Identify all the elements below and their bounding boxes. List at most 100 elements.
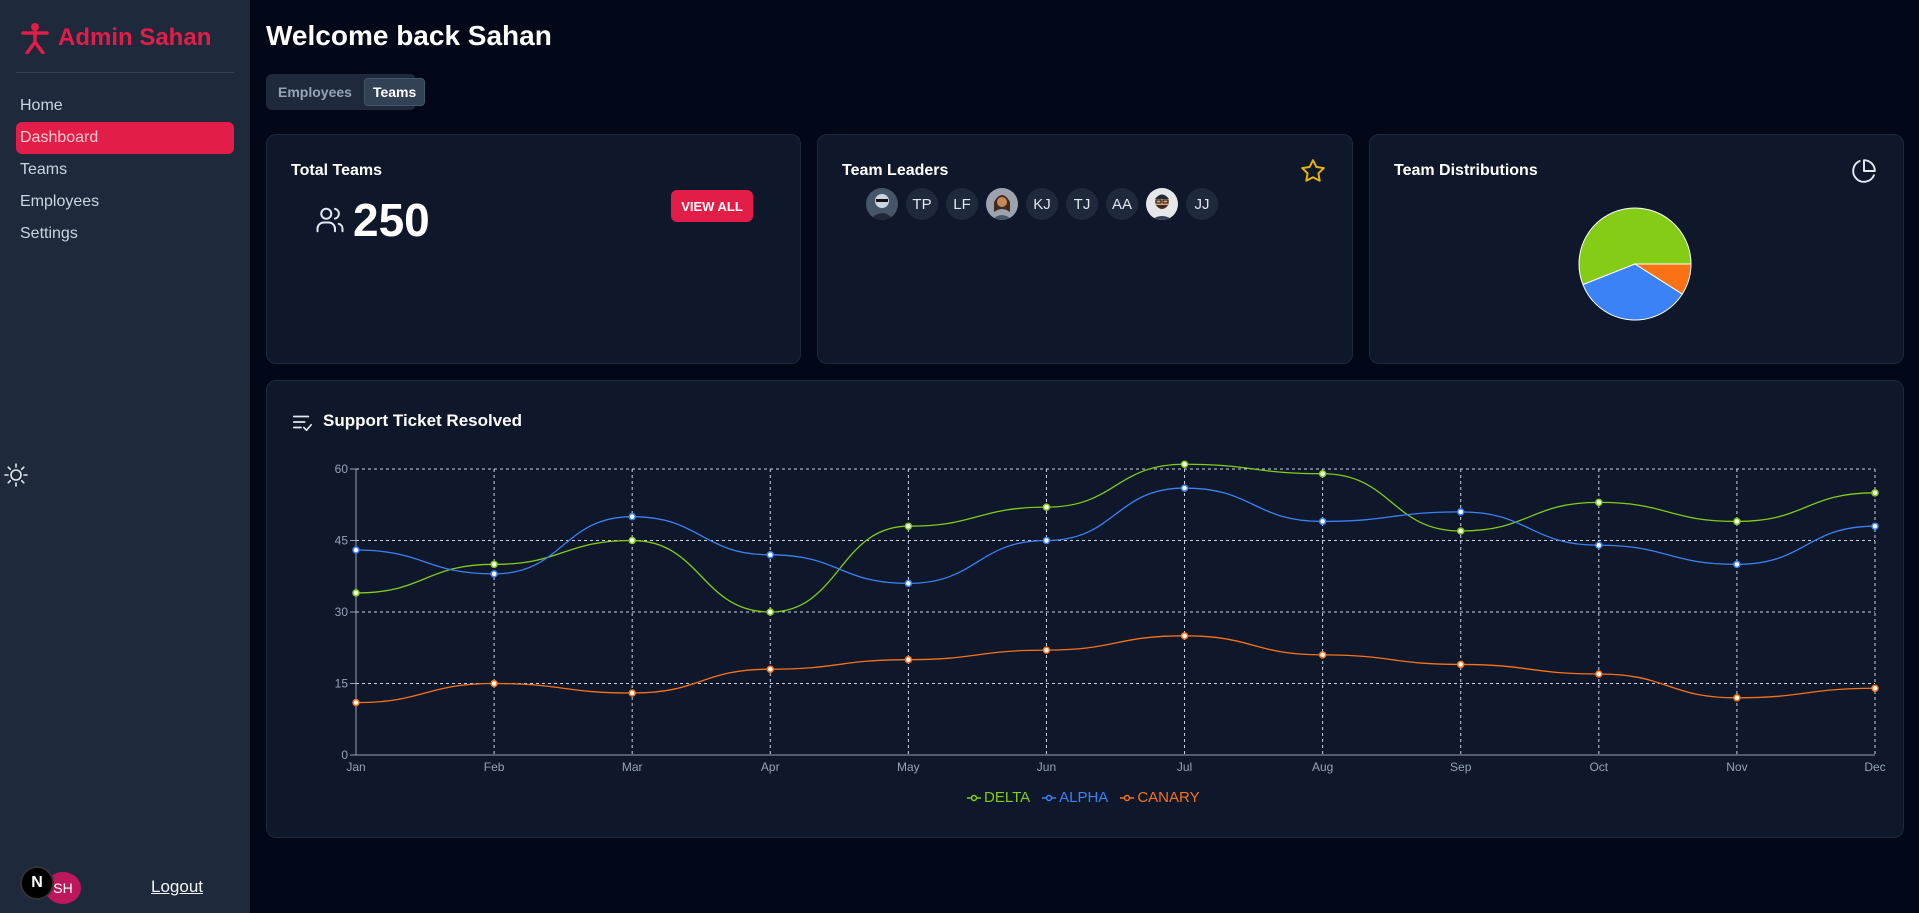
sidebar-item-teams[interactable]: Teams	[16, 154, 234, 186]
data-point-canary[interactable]	[1180, 632, 1189, 640]
tab-teams[interactable]: Teams	[363, 78, 426, 106]
legend-marker-icon	[967, 794, 981, 801]
data-point-alpha[interactable]	[766, 551, 775, 559]
leader-avatar-tp[interactable]: TP	[906, 188, 938, 220]
series-line-delta[interactable]	[355, 463, 1876, 613]
view-all-button[interactable]: VIEW ALL	[671, 190, 753, 222]
leader-avatar-jj[interactable]: JJ	[1186, 188, 1218, 220]
sidebar-item-employees[interactable]: Employees	[16, 186, 234, 218]
users-icon	[316, 207, 344, 233]
brand-logo-icon	[21, 23, 49, 54]
data-point-delta[interactable]	[1318, 470, 1327, 478]
leader-avatar-photo[interactable]	[866, 188, 898, 220]
y-tick-label: 60	[335, 462, 349, 476]
data-point-alpha[interactable]	[1733, 560, 1741, 569]
next-dev-badge[interactable]: N	[20, 866, 54, 900]
x-tick-label: Feb	[484, 760, 505, 774]
data-point-alpha[interactable]	[904, 579, 913, 588]
pie-chart-icon[interactable]	[1851, 158, 1877, 184]
data-point-canary[interactable]	[1733, 694, 1741, 702]
data-point-alpha[interactable]	[1871, 522, 1879, 530]
data-point-canary[interactable]	[1318, 651, 1327, 659]
x-tick-label: Aug	[1312, 760, 1333, 774]
leader-avatar-kj[interactable]: KJ	[1026, 188, 1058, 220]
sidebar-nav: Home Dashboard Teams Employees Settings	[16, 90, 234, 250]
legend-label: CANARY	[1137, 789, 1200, 806]
card-title: Total Teams	[291, 162, 382, 179]
data-point-delta[interactable]	[1595, 498, 1603, 507]
data-point-delta[interactable]	[1456, 527, 1465, 535]
star-icon[interactable]	[1300, 158, 1326, 184]
x-tick-label: Jun	[1037, 760, 1056, 774]
support-tickets-card: Support Ticket Resolved Jan Feb Mar Apr May J…	[266, 380, 1904, 838]
y-tick-label: 45	[335, 534, 349, 548]
data-point-delta[interactable]	[1042, 503, 1051, 511]
app-root: Admin Sahan Home Dashboard Teams Employe…	[0, 0, 1919, 913]
data-point-alpha[interactable]	[352, 546, 360, 554]
team-leaders-list: TP LF KJ TJ AA JJ	[866, 188, 1218, 220]
data-point-canary[interactable]	[1456, 660, 1465, 669]
data-point-canary[interactable]	[904, 655, 913, 664]
data-point-alpha[interactable]	[1456, 508, 1465, 516]
data-point-alpha[interactable]	[1042, 536, 1051, 545]
data-point-canary[interactable]	[1595, 670, 1603, 678]
data-point-delta[interactable]	[352, 589, 360, 597]
data-point-canary[interactable]	[766, 665, 775, 673]
data-point-alpha[interactable]	[490, 570, 498, 578]
total-teams-card: Total Teams 250 VIEW ALL	[266, 134, 801, 364]
data-point-canary[interactable]	[352, 698, 360, 707]
leader-avatar-photo[interactable]	[986, 188, 1018, 220]
total-teams-value: 250	[353, 194, 430, 246]
data-point-delta[interactable]	[628, 536, 636, 545]
brand[interactable]: Admin Sahan	[20, 18, 211, 58]
x-tick-label: Nov	[1726, 760, 1747, 774]
total-teams-stat: 250	[315, 193, 430, 247]
data-point-delta[interactable]	[904, 522, 913, 530]
data-point-canary[interactable]	[628, 689, 636, 697]
data-point-canary[interactable]	[1042, 646, 1051, 654]
data-point-canary[interactable]	[490, 679, 498, 688]
series-line-alpha[interactable]	[355, 487, 1876, 585]
logout-link[interactable]: Logout	[151, 877, 203, 897]
data-point-delta[interactable]	[766, 608, 775, 616]
sidebar-item-dashboard[interactable]: Dashboard	[16, 122, 234, 154]
data-point-alpha[interactable]	[1180, 484, 1189, 492]
data-point-delta[interactable]	[1180, 460, 1189, 468]
sidebar: Admin Sahan Home Dashboard Teams Employe…	[0, 0, 250, 913]
leader-avatar-lf[interactable]: LF	[946, 188, 978, 220]
sidebar-item-home[interactable]: Home	[16, 90, 234, 122]
data-point-delta[interactable]	[490, 560, 498, 569]
support-tickets-line-chart: Jan Feb Mar Apr May Jun Jul Aug Sep Oct Nov Dec 0 15 3…	[335, 460, 1886, 774]
sun-icon[interactable]	[4, 463, 28, 487]
brand-name: Admin Sahan	[58, 24, 212, 51]
y-tick-label: 15	[335, 677, 349, 691]
data-point-alpha[interactable]	[1595, 541, 1603, 550]
card-title: Team Leaders	[842, 162, 949, 179]
tab-employees[interactable]: Employees	[270, 78, 360, 106]
legend-item-canary[interactable]: CANARY	[1120, 789, 1200, 806]
x-tick-label: Sep	[1450, 760, 1472, 774]
x-tick-label: Apr	[761, 760, 780, 774]
x-tick-label: Jul	[1177, 760, 1192, 774]
data-point-delta[interactable]	[1733, 517, 1741, 526]
team-distribution-pie	[1578, 207, 1692, 321]
legend-item-delta[interactable]: DELTA	[967, 789, 1030, 806]
leader-avatar-photo[interactable]	[1146, 188, 1178, 220]
data-point-alpha[interactable]	[1318, 517, 1327, 526]
card-title: Team Distributions	[1394, 162, 1538, 179]
team-distributions-card: Team Distributions	[1369, 134, 1904, 364]
x-tick-label: Jan	[346, 760, 365, 774]
data-point-alpha[interactable]	[628, 512, 636, 521]
legend-item-alpha[interactable]: ALPHA	[1042, 789, 1108, 806]
x-tick-label: Mar	[622, 760, 643, 774]
legend-marker-icon	[1042, 794, 1057, 801]
x-tick-label: Oct	[1589, 760, 1608, 774]
leader-avatar-aa[interactable]: AA	[1106, 188, 1138, 220]
leader-avatar-tj[interactable]: TJ	[1066, 188, 1098, 220]
data-point-delta[interactable]	[1871, 489, 1879, 497]
series-line-canary[interactable]	[355, 635, 1876, 704]
sidebar-item-settings[interactable]: Settings	[16, 218, 234, 250]
legend-label: DELTA	[984, 789, 1031, 806]
legend-label: ALPHA	[1059, 789, 1109, 806]
data-point-canary[interactable]	[1871, 684, 1879, 693]
